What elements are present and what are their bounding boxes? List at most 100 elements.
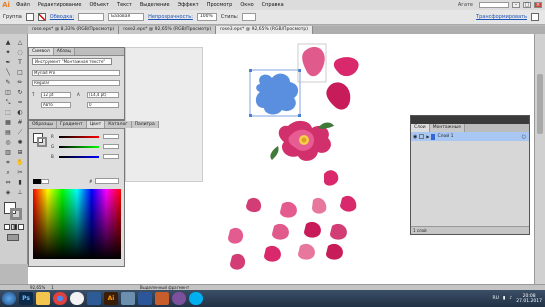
- fill-swatch[interactable]: [25, 13, 34, 21]
- hex-input[interactable]: [95, 178, 119, 184]
- channel-b-slider[interactable]: [59, 156, 99, 158]
- stroke-color-box[interactable]: [10, 208, 22, 220]
- tab-rose3[interactable]: rose3.eps* @ 92,65% (RGB/Просмотр): [216, 26, 313, 34]
- eraser-tool-icon[interactable]: ◫: [3, 88, 13, 97]
- tab-palette[interactable]: Палитра: [131, 121, 159, 128]
- vertical-scrollbar[interactable]: [534, 34, 545, 284]
- eyedropper-icon[interactable]: ⟋: [15, 128, 25, 137]
- menu-file[interactable]: Файл: [12, 0, 34, 10]
- minimize-button[interactable]: –: [512, 2, 520, 8]
- volume-icon[interactable]: ♪: [509, 296, 512, 301]
- tab-color[interactable]: Цвет: [86, 121, 106, 128]
- free-transform-icon[interactable]: ⬚: [3, 108, 13, 117]
- taskbar-media-icon[interactable]: [87, 292, 101, 305]
- zoom-tool-icon[interactable]: ⌕: [3, 168, 13, 177]
- opacity-input[interactable]: 100%: [196, 13, 217, 21]
- menu-window[interactable]: Окно: [236, 0, 257, 10]
- slice-tool-icon[interactable]: ⌗: [3, 158, 13, 167]
- graph-tool-icon[interactable]: ▥: [3, 148, 13, 157]
- petal-7[interactable]: [312, 197, 327, 214]
- brush-dropdown[interactable]: Базовая: [108, 13, 145, 21]
- measure-tool-icon[interactable]: ⊥: [15, 188, 25, 197]
- petal-top-2[interactable]: [333, 57, 359, 77]
- menu-object[interactable]: Объект: [85, 0, 113, 10]
- taskbar-explorer-icon[interactable]: [36, 292, 50, 305]
- font-family-field[interactable]: Myriad Pro: [32, 70, 120, 76]
- target-circle-icon[interactable]: ○: [522, 134, 526, 140]
- stroke-weight-dropdown[interactable]: [78, 13, 105, 21]
- tab-rose2[interactable]: rose2.eps* @ 92,65% (RGB/Просмотр): [119, 26, 217, 34]
- maximize-button[interactable]: □: [523, 2, 531, 8]
- scale-tool-icon[interactable]: ⤡: [3, 98, 13, 107]
- taskbar-illustrator-icon[interactable]: Ai: [104, 292, 118, 305]
- channel-r-slider[interactable]: [59, 136, 99, 138]
- scissors-icon[interactable]: ✂: [15, 168, 25, 177]
- channel-b-input[interactable]: [103, 154, 119, 159]
- rectangle-tool-icon[interactable]: □: [15, 68, 25, 77]
- rose-flower[interactable]: [270, 120, 334, 161]
- tracking-field[interactable]: Авто: [41, 102, 71, 108]
- petal-9[interactable]: [272, 223, 289, 240]
- menu-edit[interactable]: Редактирование: [34, 0, 86, 10]
- petal-4[interactable]: [324, 170, 339, 186]
- layers-title-bar[interactable]: [411, 116, 529, 124]
- stroke-swatch[interactable]: [37, 13, 46, 21]
- tab-layers[interactable]: Слои: [411, 124, 430, 132]
- paintbucket-icon[interactable]: ◈: [3, 188, 13, 197]
- petal-12[interactable]: [228, 227, 244, 244]
- petal-6[interactable]: [246, 197, 262, 213]
- font-style-field[interactable]: Regular: [32, 80, 120, 86]
- pencil-tool-icon[interactable]: ✏: [15, 78, 25, 87]
- petal-10[interactable]: [304, 221, 321, 238]
- taskbar-paint-icon[interactable]: [155, 292, 169, 305]
- tab-rose[interactable]: rose.eps* @ 8,33% (RGB/Просмотр): [28, 26, 120, 34]
- style-dropdown[interactable]: [242, 13, 257, 21]
- scroll-thumb[interactable]: [537, 74, 543, 134]
- warp-tool-icon[interactable]: ≈: [15, 98, 25, 107]
- type-tool-icon[interactable]: T: [15, 58, 25, 67]
- petal-11[interactable]: [330, 223, 347, 240]
- color-mode-icon[interactable]: [4, 224, 10, 230]
- magic-wand-icon[interactable]: ✦: [3, 48, 13, 57]
- brush-tool-icon[interactable]: ✎: [3, 78, 13, 87]
- taskbar-photoshop-icon[interactable]: Ps: [19, 292, 33, 305]
- taskbar-skype-icon[interactable]: [189, 292, 203, 305]
- mesh-tool-icon[interactable]: #: [15, 118, 25, 127]
- lasso-icon[interactable]: ◌: [15, 48, 25, 57]
- selected-shape[interactable]: [249, 69, 301, 117]
- petal-16[interactable]: [230, 253, 246, 270]
- clock[interactable]: 20:08 27.01.2017: [516, 294, 542, 304]
- petal-13[interactable]: [264, 245, 281, 262]
- color-spectrum[interactable]: [33, 189, 121, 259]
- network-icon[interactable]: ▮: [503, 296, 505, 301]
- taskbar-yandex-icon[interactable]: [70, 292, 84, 305]
- shape-builder-icon[interactable]: ◐: [15, 108, 25, 117]
- expand-arrow-icon[interactable]: ▶: [426, 134, 429, 139]
- menu-text[interactable]: Текст: [113, 0, 136, 10]
- language-indicator[interactable]: RU: [492, 296, 498, 301]
- column-graph-icon[interactable]: ▮: [15, 178, 25, 187]
- petal-15[interactable]: [326, 243, 343, 260]
- start-button[interactable]: [2, 292, 16, 305]
- color-stroke-preview[interactable]: [37, 137, 47, 147]
- kerning-field[interactable]: 0: [87, 102, 119, 108]
- menu-help[interactable]: Справка: [258, 0, 288, 10]
- transform-link[interactable]: Трансформировать: [476, 14, 527, 20]
- layer-name[interactable]: Слой 1: [437, 134, 453, 139]
- search-input[interactable]: [479, 2, 509, 8]
- layer-row[interactable]: ◉ ▶ Слой 1 ○: [411, 132, 529, 141]
- rotate-tool-icon[interactable]: ↻: [15, 88, 25, 97]
- gradient-mode-icon[interactable]: [11, 224, 17, 230]
- gradient-tool-icon[interactable]: ▤: [3, 128, 13, 137]
- taskbar-word-icon[interactable]: [138, 292, 152, 305]
- lock-toggle-icon[interactable]: [419, 134, 425, 139]
- channel-r-input[interactable]: [103, 134, 119, 139]
- channel-g-input[interactable]: [103, 144, 119, 149]
- menu-select[interactable]: Выделение: [136, 0, 174, 10]
- tab-character[interactable]: Символ: [29, 48, 54, 55]
- workspace-switcher[interactable]: Агате: [455, 2, 476, 8]
- taskbar-viber-icon[interactable]: [172, 292, 186, 305]
- selection-tool-icon[interactable]: ▲: [3, 38, 13, 47]
- close-button[interactable]: ×: [534, 2, 542, 8]
- tab-catalog[interactable]: Каталог: [105, 121, 132, 128]
